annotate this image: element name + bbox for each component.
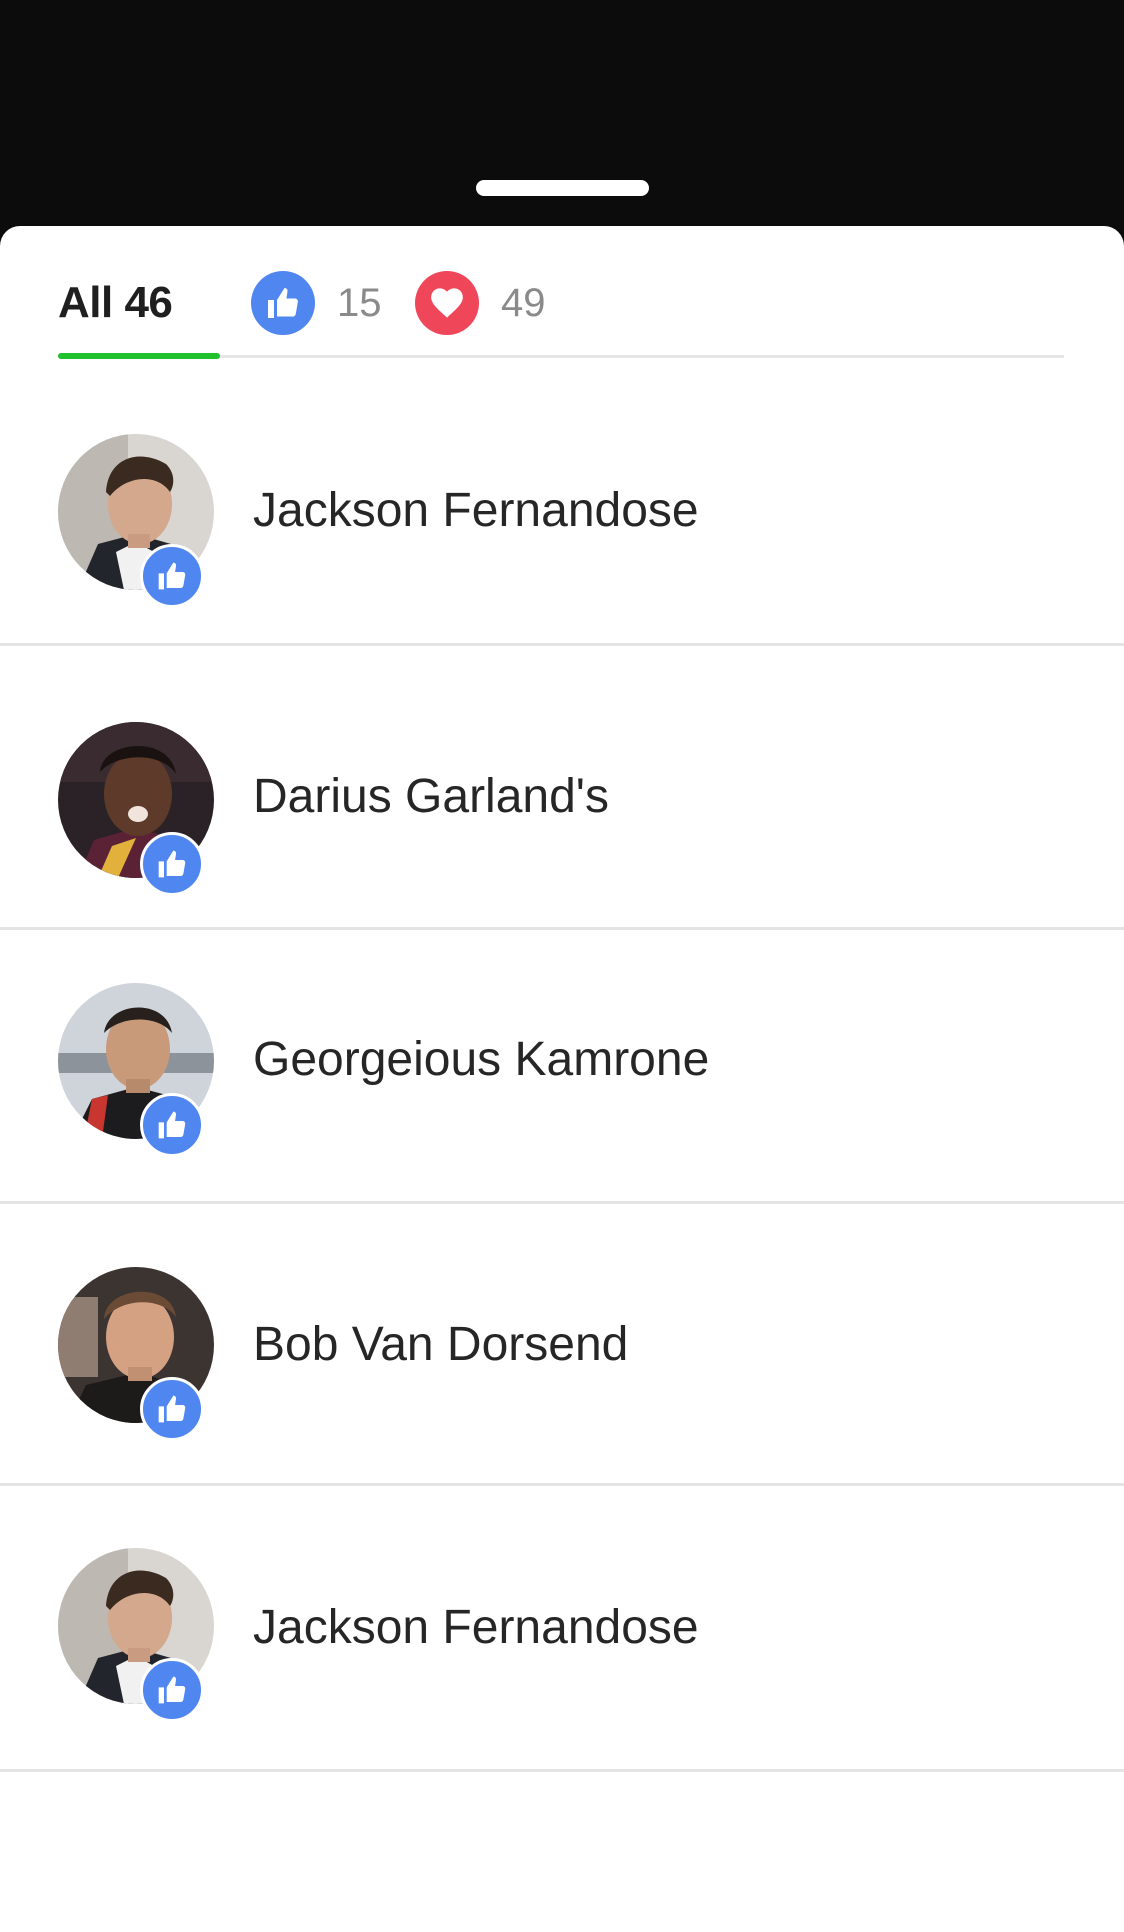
sheet-grabber-handle[interactable] — [476, 180, 649, 196]
heart-icon — [415, 271, 479, 335]
active-tab-indicator — [58, 353, 220, 359]
status-area — [0, 0, 1124, 226]
avatar-container — [58, 983, 214, 1157]
avatar-container — [58, 1548, 214, 1722]
reaction-tabs: All 46 15 49 — [58, 226, 1064, 360]
person-name: Darius Garland's — [253, 770, 609, 823]
avatar-container — [58, 434, 214, 608]
avatar-container — [58, 722, 214, 896]
tab-like[interactable]: 15 — [251, 270, 382, 336]
like-icon — [251, 271, 315, 335]
like-count: 15 — [337, 281, 382, 325]
list-item[interactable]: Darius Garland's — [0, 646, 1124, 930]
like-badge-icon — [140, 1658, 204, 1722]
person-name: Georgeious Kamrone — [253, 1033, 710, 1086]
like-badge-icon — [140, 1377, 204, 1441]
list-item[interactable]: Jackson Fernandose — [0, 360, 1124, 646]
list-item[interactable]: Bob Van Dorsend — [0, 1204, 1124, 1486]
love-count: 49 — [501, 281, 546, 325]
avatar-container — [58, 1267, 214, 1441]
person-name: Bob Van Dorsend — [253, 1318, 629, 1371]
reactions-sheet: All 46 15 49 Jackson Fernandose Darius G… — [0, 226, 1124, 1932]
like-badge-icon — [140, 832, 204, 896]
person-name: Jackson Fernandose — [253, 484, 699, 537]
like-badge-icon — [140, 544, 204, 608]
tab-love[interactable]: 49 — [415, 270, 546, 336]
list-item[interactable]: Jackson Fernandose — [0, 1486, 1124, 1772]
like-badge-icon — [140, 1093, 204, 1157]
person-name: Jackson Fernandose — [253, 1601, 699, 1654]
tab-all[interactable]: All 46 — [58, 278, 173, 328]
list-item[interactable]: Georgeious Kamrone — [0, 930, 1124, 1204]
